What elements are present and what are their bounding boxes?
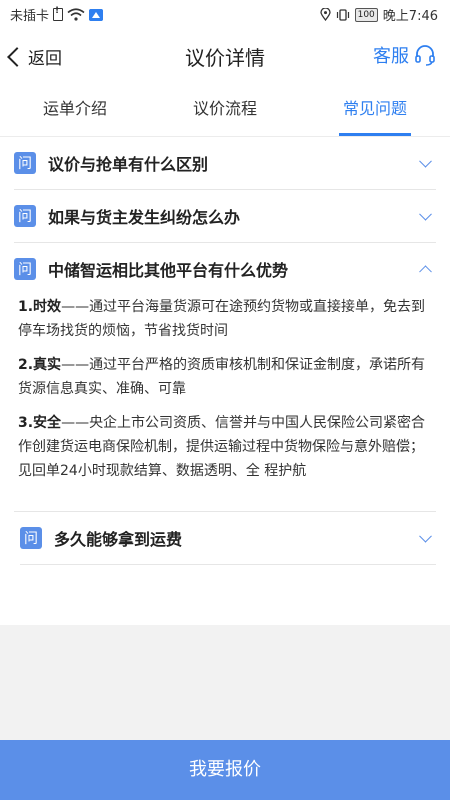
tab-bargain-process[interactable]: 议价流程 — [150, 86, 300, 136]
customer-service-button[interactable]: 客服 — [373, 42, 436, 68]
faq-item: 问 议价与抢单有什么区别 — [14, 137, 436, 190]
customer-service-label: 客服 — [373, 46, 409, 67]
app-notification-icon — [89, 8, 104, 21]
status-bar: 未插卡 100 晚上7:46 — [0, 0, 450, 26]
question-badge-icon: 问 — [20, 527, 42, 549]
status-left: 未插卡 — [10, 5, 104, 24]
wifi-icon — [67, 8, 85, 21]
vibrate-icon — [336, 8, 349, 21]
carrier-text: 未插卡 — [10, 9, 50, 24]
faq-item: 问 中储智运相比其他平台有什么优势 1.时效——通过平台海量货源可在途预约货物或… — [14, 243, 436, 512]
faq-item: 问 如果与货主发生纠纷怎么办 — [14, 190, 436, 243]
tab-faq[interactable]: 常见问题 — [300, 86, 450, 136]
tab-waybill-intro[interactable]: 运单介绍 — [0, 86, 150, 136]
faq-header-bargain-vs-grab[interactable]: 问 议价与抢单有什么区别 — [14, 137, 436, 189]
answer-text: ——通过平台严格的资质审核机制和保证金制度，承诺所有货源信息真实、准确、可靠 — [18, 357, 426, 397]
submit-quote-button[interactable]: 我要报价 — [0, 740, 450, 800]
answer-term: 3.安全 — [18, 415, 62, 431]
answer-text: ——央企上市公司资质、信誉并与中国人民保险公司紧密合作创建货运电商保险机制，提供… — [18, 415, 426, 479]
faq-header-advantages[interactable]: 问 中储智运相比其他平台有什么优势 — [14, 243, 436, 295]
faq-question: 如果与货主发生纠纷怎么办 — [48, 208, 241, 227]
headset-icon — [415, 45, 435, 66]
answer-term: 2.真实 — [18, 357, 62, 373]
answer-term: 1.时效 — [18, 299, 62, 315]
tab-bar: 运单介绍 议价流程 常见问题 — [0, 86, 450, 137]
navigation-bar: 返回 议价详情 客服 — [0, 26, 450, 86]
chevron-down-icon — [419, 207, 432, 221]
battery-indicator: 100 — [354, 7, 378, 22]
chevron-down-icon — [419, 529, 432, 543]
sim-card-icon — [53, 6, 64, 21]
footer-spacer — [0, 625, 450, 740]
clock: 晚上7:46 — [382, 9, 438, 24]
chevron-up-icon — [419, 265, 432, 279]
status-right: 100 晚上7:46 — [319, 5, 438, 24]
faq-question: 多久能够拿到运费 — [54, 530, 183, 549]
faq-header-freight-timing[interactable]: 问 多久能够拿到运费 — [20, 512, 436, 564]
answer-point-timeliness: 1.时效——通过平台海量货源可在途预约货物或直接接单，免去到停车场找货的烦恼，节… — [18, 295, 426, 343]
faq-answer: 1.时效——通过平台海量货源可在途预约货物或直接接单，免去到停车场找货的烦恼，节… — [14, 295, 436, 511]
question-badge-icon: 问 — [14, 205, 36, 227]
faq-header-dispute[interactable]: 问 如果与货主发生纠纷怎么办 — [14, 190, 436, 242]
answer-text: ——通过平台海量货源可在途预约货物或直接接单，免去到停车场找货的烦恼，节省找货时… — [18, 299, 426, 339]
answer-point-safety: 3.安全——央企上市公司资质、信誉并与中国人民保险公司紧密合作创建货运电商保险机… — [18, 411, 426, 483]
faq-list: 问 议价与抢单有什么区别 问 如果与货主发生纠纷怎么办 问 中储智运相比其他平台… — [0, 137, 450, 565]
faq-item: 问 多久能够拿到运费 — [20, 512, 436, 565]
chevron-down-icon — [419, 154, 432, 168]
question-badge-icon: 问 — [14, 152, 36, 174]
location-icon — [319, 8, 331, 21]
faq-question: 议价与抢单有什么区别 — [48, 155, 209, 174]
faq-question: 中储智运相比其他平台有什么优势 — [48, 261, 289, 280]
answer-point-authenticity: 2.真实——通过平台严格的资质审核机制和保证金制度，承诺所有货源信息真实、准确、… — [18, 353, 426, 401]
question-badge-icon: 问 — [14, 258, 36, 280]
